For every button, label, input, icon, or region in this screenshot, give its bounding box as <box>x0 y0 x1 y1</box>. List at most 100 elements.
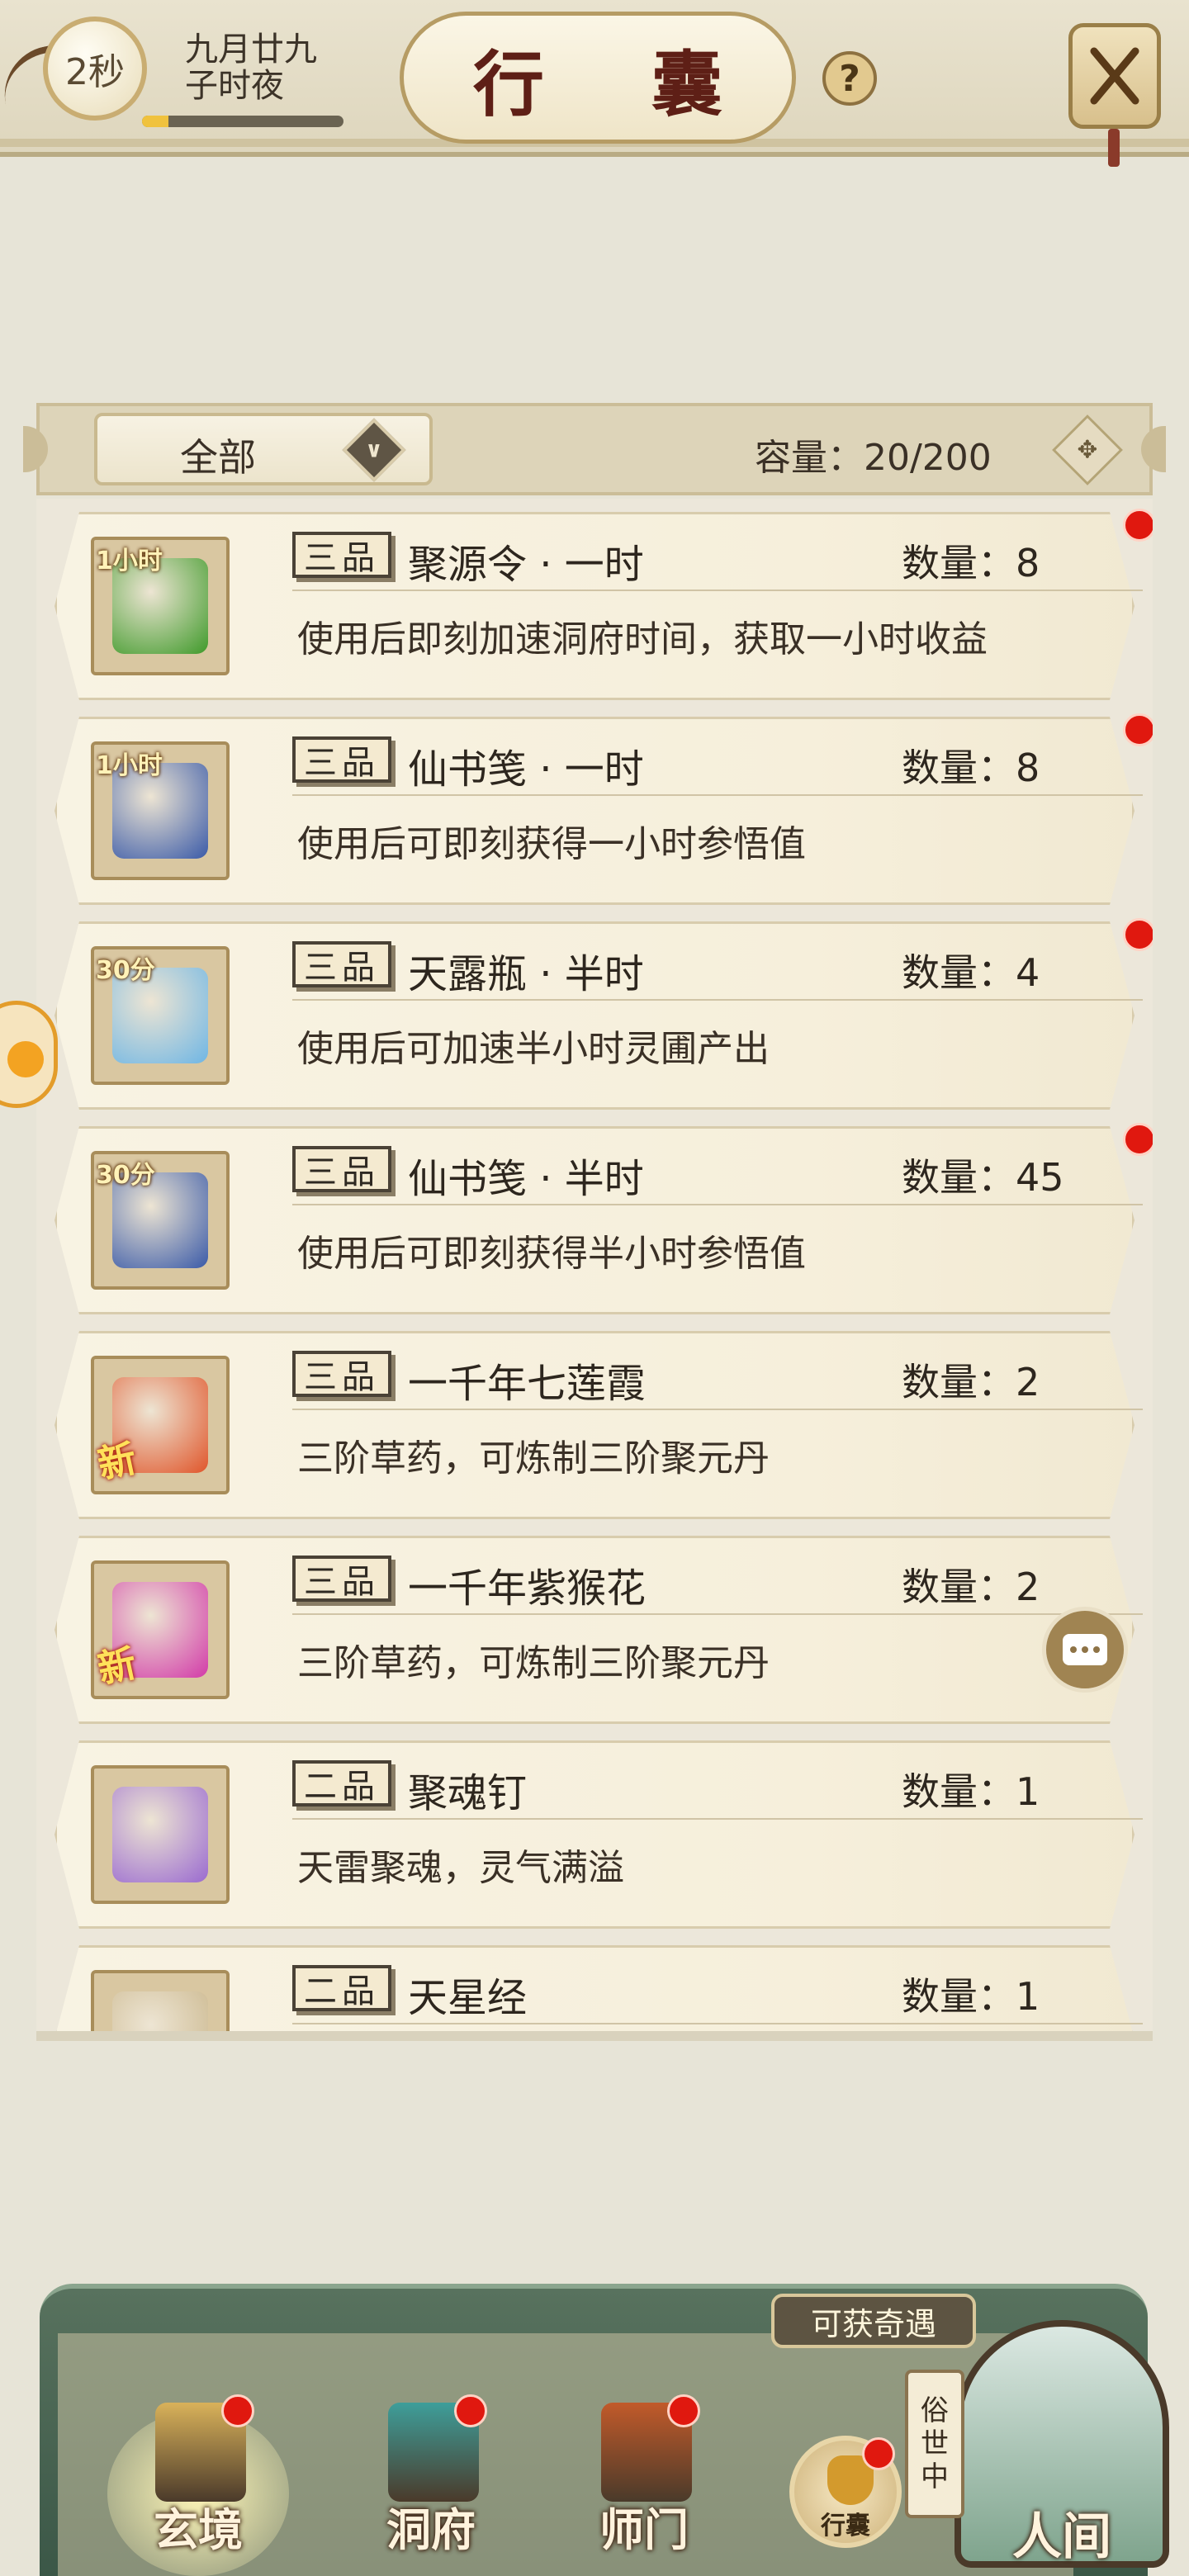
chat-icon <box>1063 1634 1107 1665</box>
capacity-counter: 容量：20/200 <box>755 437 992 479</box>
item-description: 天雷聚魂，灵气满溢 <box>297 1847 624 1889</box>
game-date: 九月廿九 子时夜 <box>185 31 317 104</box>
date-line-2: 子时夜 <box>185 67 284 105</box>
item-quantity: 数量：8 <box>902 541 1040 585</box>
item-name: 仙书笺 · 一时 <box>408 746 644 793</box>
page-title-text: 行 囊 <box>473 42 764 126</box>
nav-tab-label: 玄境 <box>154 2503 243 2556</box>
grade-badge: 三品 <box>292 941 391 987</box>
duration-tag: 1小时 <box>96 751 163 780</box>
item-quantity: 数量：8 <box>902 746 1040 790</box>
item-thumbnail[interactable]: 30分 <box>91 1151 230 1290</box>
item-quantity: 数量：45 <box>902 1155 1064 1200</box>
nav-world-label: 人间 <box>1012 2508 1111 2566</box>
bar-endcap-right <box>1141 426 1166 472</box>
grade-badge: 三品 <box>292 1146 391 1192</box>
item-thumbnail[interactable]: 30分 <box>91 946 230 1085</box>
grade-badge: 二品 <box>292 1965 391 2011</box>
world-status-scroll: 俗 世 中 <box>905 2370 964 2518</box>
item-description: 使用后即刻加速洞府时间，获取一小时收益 <box>297 618 988 661</box>
item-thumbnail[interactable]: 新 <box>91 1560 230 1699</box>
soul-nail-icon <box>112 1787 208 1882</box>
grade-badge: 三品 <box>292 736 391 783</box>
item-name: 一千年七莲霞 <box>408 1361 647 1407</box>
world-status-char-1: 俗 <box>921 2394 949 2427</box>
item-thumbnail[interactable]: 1小时 <box>91 741 230 880</box>
grade-badge: 三品 <box>292 532 391 578</box>
bar-endcap-left <box>23 426 48 472</box>
item-name: 一千年紫猴花 <box>408 1565 647 1612</box>
item-quantity: 数量：1 <box>902 1769 1040 1814</box>
item-thumbnail[interactable]: 1小时 <box>91 537 230 675</box>
nav-tab-label: 洞府 <box>386 2503 476 2556</box>
time-progress-bar <box>142 116 343 127</box>
notification-dot <box>667 2394 700 2427</box>
tassel-decoration <box>1108 129 1120 167</box>
item-quantity: 数量：2 <box>902 1565 1040 1609</box>
notification-dot <box>1123 918 1153 951</box>
inventory-list[interactable]: 1小时 三品 聚源令 · 一时 数量：8 使用后即刻加速洞府时间，获取一小时收益 1小时三… <box>36 499 1153 2034</box>
item-description: 三阶草药，可炼制三阶聚元丹 <box>297 1642 770 1684</box>
item-thumbnail[interactable] <box>91 1765 230 1904</box>
grade-badge: 三品 <box>292 1351 391 1397</box>
item-description: 使用后可即刻获得一小时参悟值 <box>297 823 806 865</box>
item-thumbnail[interactable] <box>91 1970 230 2034</box>
item-divider <box>292 1204 1143 1205</box>
duration-tag: 1小时 <box>96 547 163 575</box>
inventory-filter-bar: 全部 ∨ 容量：20/200 ✥ <box>23 403 1166 495</box>
item-divider <box>292 999 1143 1001</box>
item-divider <box>292 590 1143 591</box>
item-divider <box>292 1613 1143 1615</box>
item-quantity: 数量：4 <box>902 950 1040 995</box>
nav-tab-3[interactable]: 师门 <box>570 2394 718 2576</box>
notification-dot <box>862 2437 895 2470</box>
help-glyph: ? <box>839 57 860 100</box>
encounter-tag[interactable]: 可获奇遇 <box>771 2294 976 2348</box>
nav-pouch-label: 行囊 <box>821 2512 870 2540</box>
help-icon[interactable]: ? <box>822 51 877 106</box>
notification-dot <box>1123 713 1153 746</box>
item-divider <box>292 1409 1143 1410</box>
time-progress-fill <box>142 116 168 127</box>
timer-text: 2秒 <box>65 51 125 93</box>
item-description: 三阶草药，可炼制三阶聚元丹 <box>297 1437 770 1480</box>
duration-tag: 30分 <box>96 956 155 985</box>
category-dropdown[interactable]: 全部 ∨ <box>94 413 433 485</box>
encounter-text: 可获奇遇 <box>810 2305 936 2342</box>
duration-tag: 30分 <box>96 1161 155 1190</box>
nav-tab-2[interactable]: 洞府 <box>357 2394 505 2576</box>
assistant-face-icon <box>7 1041 44 1077</box>
item-quantity: 数量：2 <box>902 1360 1040 1404</box>
close-icon <box>1090 47 1139 105</box>
nav-tab-1[interactable]: 玄境 <box>124 2394 272 2576</box>
page-title: 行 囊 <box>400 12 796 144</box>
grade-badge: 三品 <box>292 1556 391 1602</box>
item-name: 仙书笺 · 半时 <box>408 1156 644 1202</box>
chevron-down-icon: ∨ <box>342 418 406 482</box>
item-divider <box>292 794 1143 796</box>
notification-dot <box>454 2394 487 2427</box>
item-description: 使用后可即刻获得半小时参悟值 <box>297 1233 806 1275</box>
item-quantity: 数量：1 <box>902 1974 1040 2019</box>
item-name: 聚源令 · 一时 <box>408 542 644 588</box>
grade-badge: 二品 <box>292 1760 391 1807</box>
world-status-char-2: 世 <box>921 2427 949 2460</box>
nav-tab-label: 师门 <box>599 2503 689 2556</box>
countdown-timer: 2秒 <box>43 17 147 121</box>
expand-capacity-icon[interactable]: ✥ <box>1052 414 1123 485</box>
item-name: 聚魂钉 <box>408 1770 528 1816</box>
item-thumbnail[interactable]: 新 <box>91 1356 230 1494</box>
item-name: 天星经 <box>408 1975 528 2021</box>
close-button[interactable] <box>1068 23 1161 129</box>
list-bottom-edge <box>36 2031 1153 2041</box>
category-selected: 全部 <box>180 435 256 480</box>
item-divider <box>292 2023 1143 2024</box>
chat-button[interactable] <box>1042 1607 1128 1693</box>
item-divider <box>292 1818 1143 1820</box>
side-assistant-button[interactable] <box>0 1001 58 1108</box>
date-line-1: 九月廿九 <box>185 31 317 69</box>
notification-dot <box>1123 509 1153 542</box>
world-status-char-3: 中 <box>921 2460 949 2493</box>
sutra-scroll-icon <box>112 1991 208 2034</box>
notification-dot <box>1123 1123 1153 1156</box>
